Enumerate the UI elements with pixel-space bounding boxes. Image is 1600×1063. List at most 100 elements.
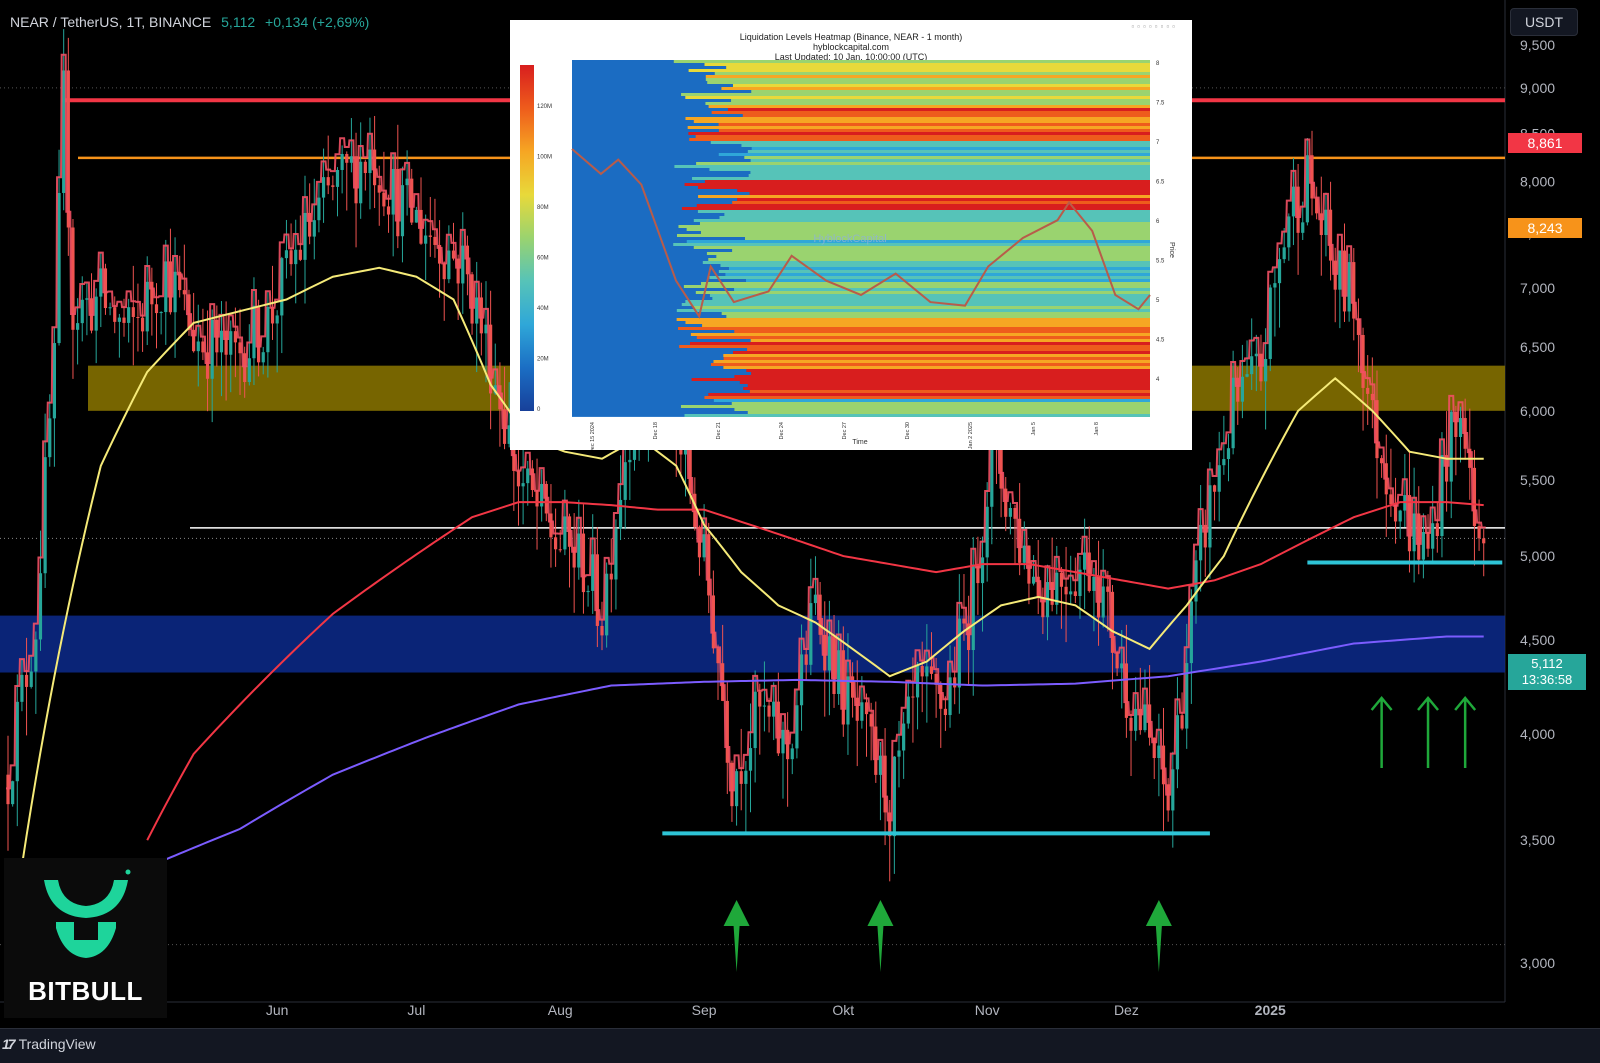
- candle-body: [219, 330, 224, 353]
- heatmap-band: [572, 66, 727, 69]
- y-tick-label: 6,000: [1520, 403, 1555, 419]
- heatmap-band: [685, 300, 1150, 303]
- heatmap-band: [737, 189, 1150, 192]
- candle-body: [233, 331, 237, 343]
- heatmap-band: [690, 342, 1150, 345]
- candle-body: [414, 209, 418, 223]
- candle-body: [1143, 704, 1147, 731]
- candle-body: [1458, 418, 1463, 437]
- heatmap-band: [572, 183, 685, 186]
- heatmap-band: [696, 162, 1150, 165]
- heatmap-band: [734, 330, 1150, 333]
- candle-body: [424, 235, 428, 244]
- candle-body: [813, 594, 818, 604]
- heatmap-band: [572, 81, 708, 84]
- candle-body: [1250, 356, 1254, 375]
- candle-body: [1059, 572, 1064, 587]
- heatmap-band: [697, 186, 1150, 189]
- heatmap-band: [572, 300, 686, 303]
- heatmap-band: [572, 204, 697, 207]
- heatmap-band: [693, 219, 1150, 222]
- candle-body: [1073, 591, 1077, 596]
- heatmap-band: [572, 228, 687, 231]
- heatmap-time-tick: Dec 24: [779, 422, 785, 439]
- heatmap-band: [676, 318, 1150, 321]
- candle-body: [85, 298, 89, 300]
- heatmap-band: [699, 222, 1150, 225]
- y-tick-label: 6,500: [1520, 339, 1555, 355]
- heatmap-band: [572, 159, 751, 162]
- candle-body: [535, 490, 539, 507]
- heatmap-band: [710, 363, 1150, 366]
- candle-body: [1328, 209, 1333, 261]
- heatmap-price-tick: 6: [1156, 219, 1160, 225]
- heatmap-band: [572, 63, 705, 66]
- candle-body: [1124, 663, 1128, 718]
- y-tick-label: 9,500: [1520, 37, 1555, 53]
- heatmap-band: [700, 231, 1150, 234]
- currency-button[interactable]: USDT: [1510, 8, 1578, 36]
- heatmap-band: [734, 408, 1150, 411]
- candle-body: [929, 666, 934, 674]
- heatmap-band: [572, 348, 748, 351]
- candle-body: [377, 185, 381, 193]
- heatmap-band: [750, 159, 1150, 162]
- candle-body: [1240, 376, 1245, 402]
- heatmap-band: [572, 201, 733, 204]
- candle-body: [711, 595, 715, 649]
- heatmap-band: [698, 195, 1150, 198]
- candle-body: [1231, 377, 1235, 449]
- heatmap-band: [572, 309, 677, 312]
- heatmap-band: [572, 222, 700, 225]
- candle-body: [1254, 353, 1258, 357]
- candle-body: [1305, 155, 1309, 223]
- tradingview-logo[interactable]: 17 TradingView: [2, 1036, 96, 1052]
- candle-body: [108, 307, 112, 309]
- heatmap-band: [680, 405, 1150, 408]
- heatmap-band: [572, 102, 706, 105]
- header-change: +0,134 (+2,69%): [265, 14, 370, 30]
- candle-body: [553, 537, 558, 550]
- heatmap-price-tick: 6.5: [1156, 180, 1165, 186]
- heatmap-band: [732, 249, 1150, 252]
- x-tick-label: Dez: [1114, 1002, 1139, 1018]
- heatmap-band: [747, 384, 1150, 387]
- heatmap-band: [572, 288, 735, 291]
- candle-body: [122, 317, 126, 323]
- heatmap-band: [572, 147, 752, 150]
- heatmap-band: [572, 150, 748, 153]
- bitbull-logo: BITBULL: [4, 858, 167, 1018]
- candle-body: [1338, 250, 1342, 290]
- heatmap-band: [572, 99, 732, 102]
- heatmap-band: [572, 237, 745, 240]
- heatmap-band: [572, 261, 703, 264]
- candle-body: [526, 468, 530, 484]
- heatmap-band: [572, 360, 714, 363]
- heatmap-band: [572, 213, 725, 216]
- heatmap-time-tick: Dec 27: [842, 422, 848, 439]
- colorbar-tick-label: 0: [537, 407, 541, 413]
- candle-body: [331, 185, 335, 187]
- candle-body: [563, 516, 567, 550]
- heatmap-band: [572, 207, 682, 210]
- bar-countdown: 13:36:58: [1521, 672, 1573, 687]
- candle-body: [1287, 216, 1291, 248]
- blue-zone: [0, 615, 1505, 673]
- heatmap-band: [572, 168, 710, 171]
- heatmap-band: [572, 174, 749, 177]
- candle-body: [772, 701, 776, 717]
- candle-body: [1380, 458, 1384, 464]
- candle-body: [618, 499, 623, 529]
- candle-body: [1324, 209, 1328, 236]
- colorbar-tick-label: 120M: [537, 104, 552, 110]
- candle-body: [451, 250, 456, 259]
- heatmap-band: [690, 333, 1150, 336]
- candle-body: [386, 206, 391, 215]
- heatmap-band: [572, 330, 735, 333]
- heatmap-band: [710, 141, 1150, 144]
- heatmap-band: [750, 339, 1150, 342]
- heatmap-band: [572, 192, 750, 195]
- candle-body: [906, 696, 910, 724]
- heatmap-band: [718, 123, 1150, 126]
- candle-body: [159, 312, 163, 314]
